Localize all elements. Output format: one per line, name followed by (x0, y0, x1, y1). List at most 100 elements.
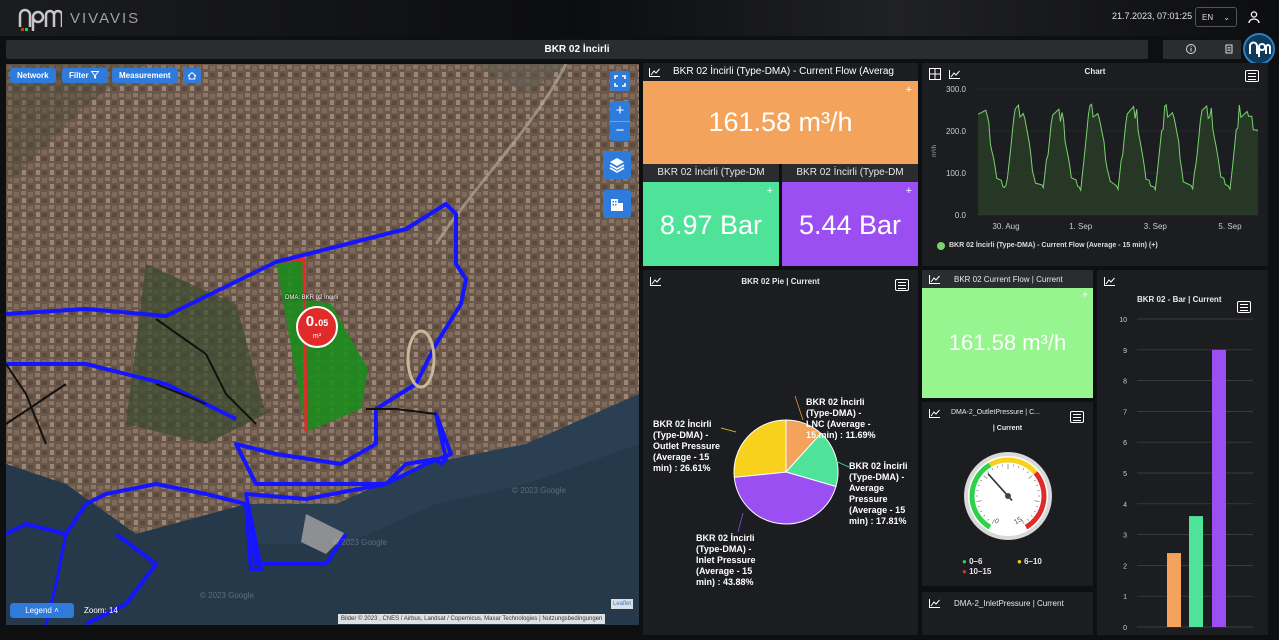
pie-label-inlet: BKR 02 İncirli (Type-DMA) - Inlet Pressu… (696, 533, 756, 587)
chart-icon[interactable] (929, 275, 940, 284)
home-button[interactable] (183, 68, 201, 83)
zoom-in-button[interactable]: + (610, 101, 630, 122)
plus-icon[interactable]: + (1082, 290, 1088, 301)
legend-dot (937, 242, 945, 250)
map-watermark-3: © 2023 Google (200, 591, 254, 600)
dot-icon: ● (962, 567, 967, 576)
attribution-text: Bilder © 2023 , CNES / Airbus, Landsat /… (341, 616, 538, 622)
pie-label-outlet: BKR 02 İncirli (Type-DMA) - Outlet Press… (653, 419, 721, 473)
gauge-legend-green: ● 0–6 (962, 557, 982, 566)
inlet-tile-header: BKR 02 İncirli (Type-DM (782, 164, 918, 182)
npm-badge-icon (1249, 41, 1271, 57)
y-tick-label: 6 (1123, 440, 1127, 447)
inlet-tile-title: BKR 02 İncirli (Type-DM (796, 167, 904, 178)
map-watermark: © 2023 Google (512, 486, 566, 495)
flow-tile[interactable]: 161.58 m³/h + (643, 81, 918, 164)
terms-link[interactable]: Nutzungsbedingungen (542, 616, 602, 622)
filter-button[interactable]: Filter (62, 68, 108, 83)
line-chart-legend[interactable]: BKR 02 İncirli (Type-DMA) - Current Flow… (949, 242, 1158, 249)
inlet-pressure-title: DMA-2_InletPressure | Current (954, 599, 1064, 608)
measurement-button[interactable]: Measurement (112, 68, 178, 83)
pie-panel: BKR 02 Pie | Current BKR 02 İncirli (Typ… (643, 270, 918, 635)
filter-label: Filter (69, 71, 89, 80)
language-value: EN (1202, 12, 1214, 22)
page-title: BKR 02 İncirli (6, 40, 1148, 59)
inlet-tile-value: 5.44 Bar (798, 210, 902, 240)
dma-value-marker[interactable]: 0.05 m³ (296, 306, 338, 348)
gauge-panel: DMA-2_OutletPressure | C... | Current 0 … (922, 402, 1093, 586)
layers-button[interactable] (603, 151, 631, 179)
current-flow-header: BKR 02 Current Flow | Current (922, 270, 1093, 288)
network-button[interactable]: Network (10, 68, 56, 83)
plus-icon[interactable]: + (906, 185, 912, 197)
gauge-legend-yellow: ● 6–10 (1017, 557, 1042, 566)
y-tick-label: 10 (1119, 317, 1127, 324)
fullscreen-button[interactable] (610, 71, 630, 91)
flow-tile-header: BKR 02 İncirli (Type-DMA) - Current Flow… (643, 63, 918, 81)
fullscreen-icon (614, 75, 626, 87)
inlet-tile[interactable]: 5.44 Bar + (782, 182, 918, 266)
pie-label-average: BKR 02 İncirli (Type-DMA) - Average Pres… (849, 461, 908, 526)
home-icon (187, 71, 197, 80)
gauge-legend-green-label: 0–6 (969, 557, 983, 566)
y-tick-label: 5 (1123, 471, 1127, 478)
dot-icon: ● (1017, 557, 1022, 566)
gauge-legend-red-label: 10–15 (969, 567, 992, 576)
chart-icon[interactable] (929, 599, 940, 608)
current-flow-tile[interactable]: 161.58 m³/h + (922, 288, 1093, 398)
x-tick-label: 1. Sep (1069, 222, 1093, 231)
bar-panel: BKR 02 - Bar | Current 10 9 8 7 6 5 4 3 2 1 0 (1097, 270, 1268, 635)
language-select[interactable]: EN ⌄ (1195, 7, 1237, 27)
zoom-out-button[interactable]: − (610, 122, 630, 141)
map-attribution: Bilder © 2023 , CNES / Airbus, Landsat /… (338, 614, 606, 624)
dot-icon: ● (962, 557, 967, 566)
dma-unit: m³ (312, 333, 322, 340)
outlet-tile-title: BKR 02 İncirli (Type-DM (657, 167, 765, 178)
info-icon[interactable] (1185, 43, 1197, 55)
y-axis-label: m³/h (932, 145, 938, 157)
outlet-tile-value: 8.97 Bar (659, 210, 763, 240)
leaflet-link[interactable]: Leaflet (611, 599, 634, 609)
dma-value-main: 0. (305, 313, 319, 330)
gauge-legend-yellow-label: 6–10 (1024, 557, 1042, 566)
top-bar: VIVAVIS 21.7.2023, 07:01:25 EN ⌄ (0, 0, 1279, 36)
y-tick-label: 9 (1123, 348, 1127, 355)
x-tick-label: 5. Sep (1218, 222, 1242, 231)
document-icon[interactable] (1223, 43, 1235, 55)
legend-label: Legend (25, 606, 52, 615)
legend-button[interactable]: Legend ˄ (10, 603, 74, 618)
y-tick-label: 4 (1123, 502, 1127, 509)
user-icon[interactable] (1247, 10, 1261, 24)
plus-icon[interactable]: + (906, 84, 912, 96)
zoom-control: + − (610, 101, 630, 141)
datetime: 21.7.2023, 07:01:25 (1112, 11, 1193, 21)
zoom-level: Zoom: 14 (84, 606, 118, 615)
y-tick-label: 7 (1123, 409, 1127, 416)
map-watermark-2: © 2023 Google (333, 538, 387, 547)
y-tick-label: 0.0 (955, 211, 967, 220)
bar[interactable] (1212, 349, 1226, 627)
flow-tile-value: 161.58 m³/h (708, 107, 853, 137)
bar[interactable] (1167, 553, 1181, 627)
bar[interactable] (1189, 516, 1203, 627)
chevron-up-icon: ˄ (54, 606, 59, 615)
title-actions (1163, 40, 1241, 59)
gauge-legend-red: ● 10–15 (962, 567, 991, 576)
npm-logo-icon (18, 8, 62, 31)
layers-icon (609, 158, 625, 173)
dma-value-sub: 05 (318, 318, 329, 328)
pie-slice[interactable] (733, 419, 787, 478)
y-tick-label: 0 (1123, 625, 1127, 632)
current-flow-title: BKR 02 Current Flow | Current (954, 275, 1063, 284)
plus-icon[interactable]: + (767, 185, 773, 197)
chart-icon (649, 68, 660, 77)
line-chart-panel: Chart m³/h 300.0 200.0 100.0 0.0 30. Aug 1. … (922, 63, 1268, 266)
buildings-button[interactable] (603, 190, 631, 218)
bar-chart: 109876543210 (1119, 317, 1253, 632)
outlet-tile[interactable]: 8.97 Bar + (643, 182, 779, 266)
y-tick-label: 8 (1123, 379, 1127, 386)
y-tick-label: 100.0 (946, 169, 967, 178)
logo-text: VIVAVIS (70, 9, 141, 27)
gauge-chart: 0 15 (964, 452, 1052, 540)
brand-badge (1243, 33, 1275, 65)
